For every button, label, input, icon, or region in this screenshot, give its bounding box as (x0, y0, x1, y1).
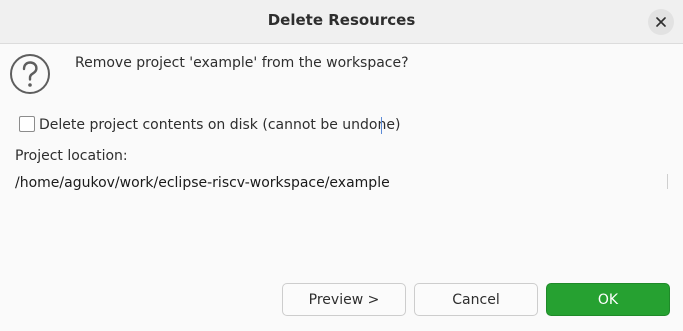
confirmation-message: Remove project 'example' from the worksp… (75, 55, 409, 71)
delete-resources-dialog: Delete Resources Remove project 'example… (0, 0, 683, 331)
dialog-title: Delete Resources (267, 11, 416, 29)
close-button[interactable] (648, 9, 674, 35)
location-field-edge (667, 174, 668, 189)
title-bar: Delete Resources (0, 0, 683, 44)
delete-contents-checkbox[interactable] (19, 116, 35, 132)
project-location-label: Project location: (15, 148, 128, 164)
delete-contents-label[interactable]: Delete project contents on disk (cannot … (39, 117, 400, 133)
focus-indicator (381, 117, 382, 134)
preview-button[interactable]: Preview > (282, 283, 406, 316)
project-location-value: /home/agukov/work/eclipse-riscv-workspac… (15, 175, 390, 191)
cancel-button[interactable]: Cancel (414, 283, 538, 316)
question-icon (10, 54, 50, 94)
close-icon (656, 17, 666, 27)
ok-button[interactable]: OK (546, 283, 670, 316)
